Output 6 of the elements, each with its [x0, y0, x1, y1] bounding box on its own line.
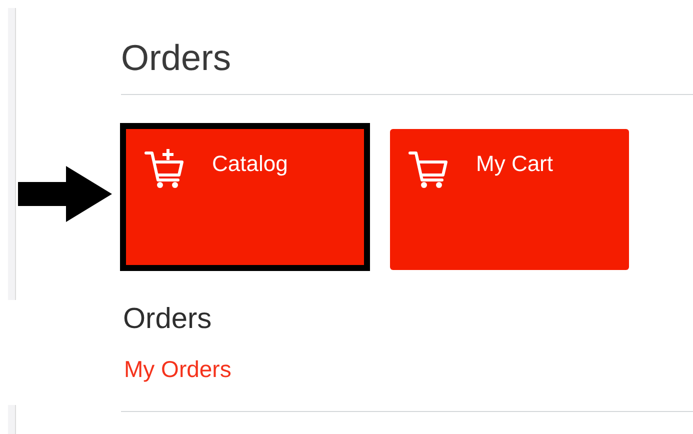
- tile-button[interactable]: My Cart: [390, 129, 629, 270]
- tile-button[interactable]: Catalog: [120, 123, 370, 271]
- section-title: Orders: [123, 302, 213, 337]
- cart-plus-icon: [144, 148, 184, 190]
- page-title: Orders: [121, 36, 232, 80]
- my-orders-link[interactable]: My Orders: [124, 356, 232, 383]
